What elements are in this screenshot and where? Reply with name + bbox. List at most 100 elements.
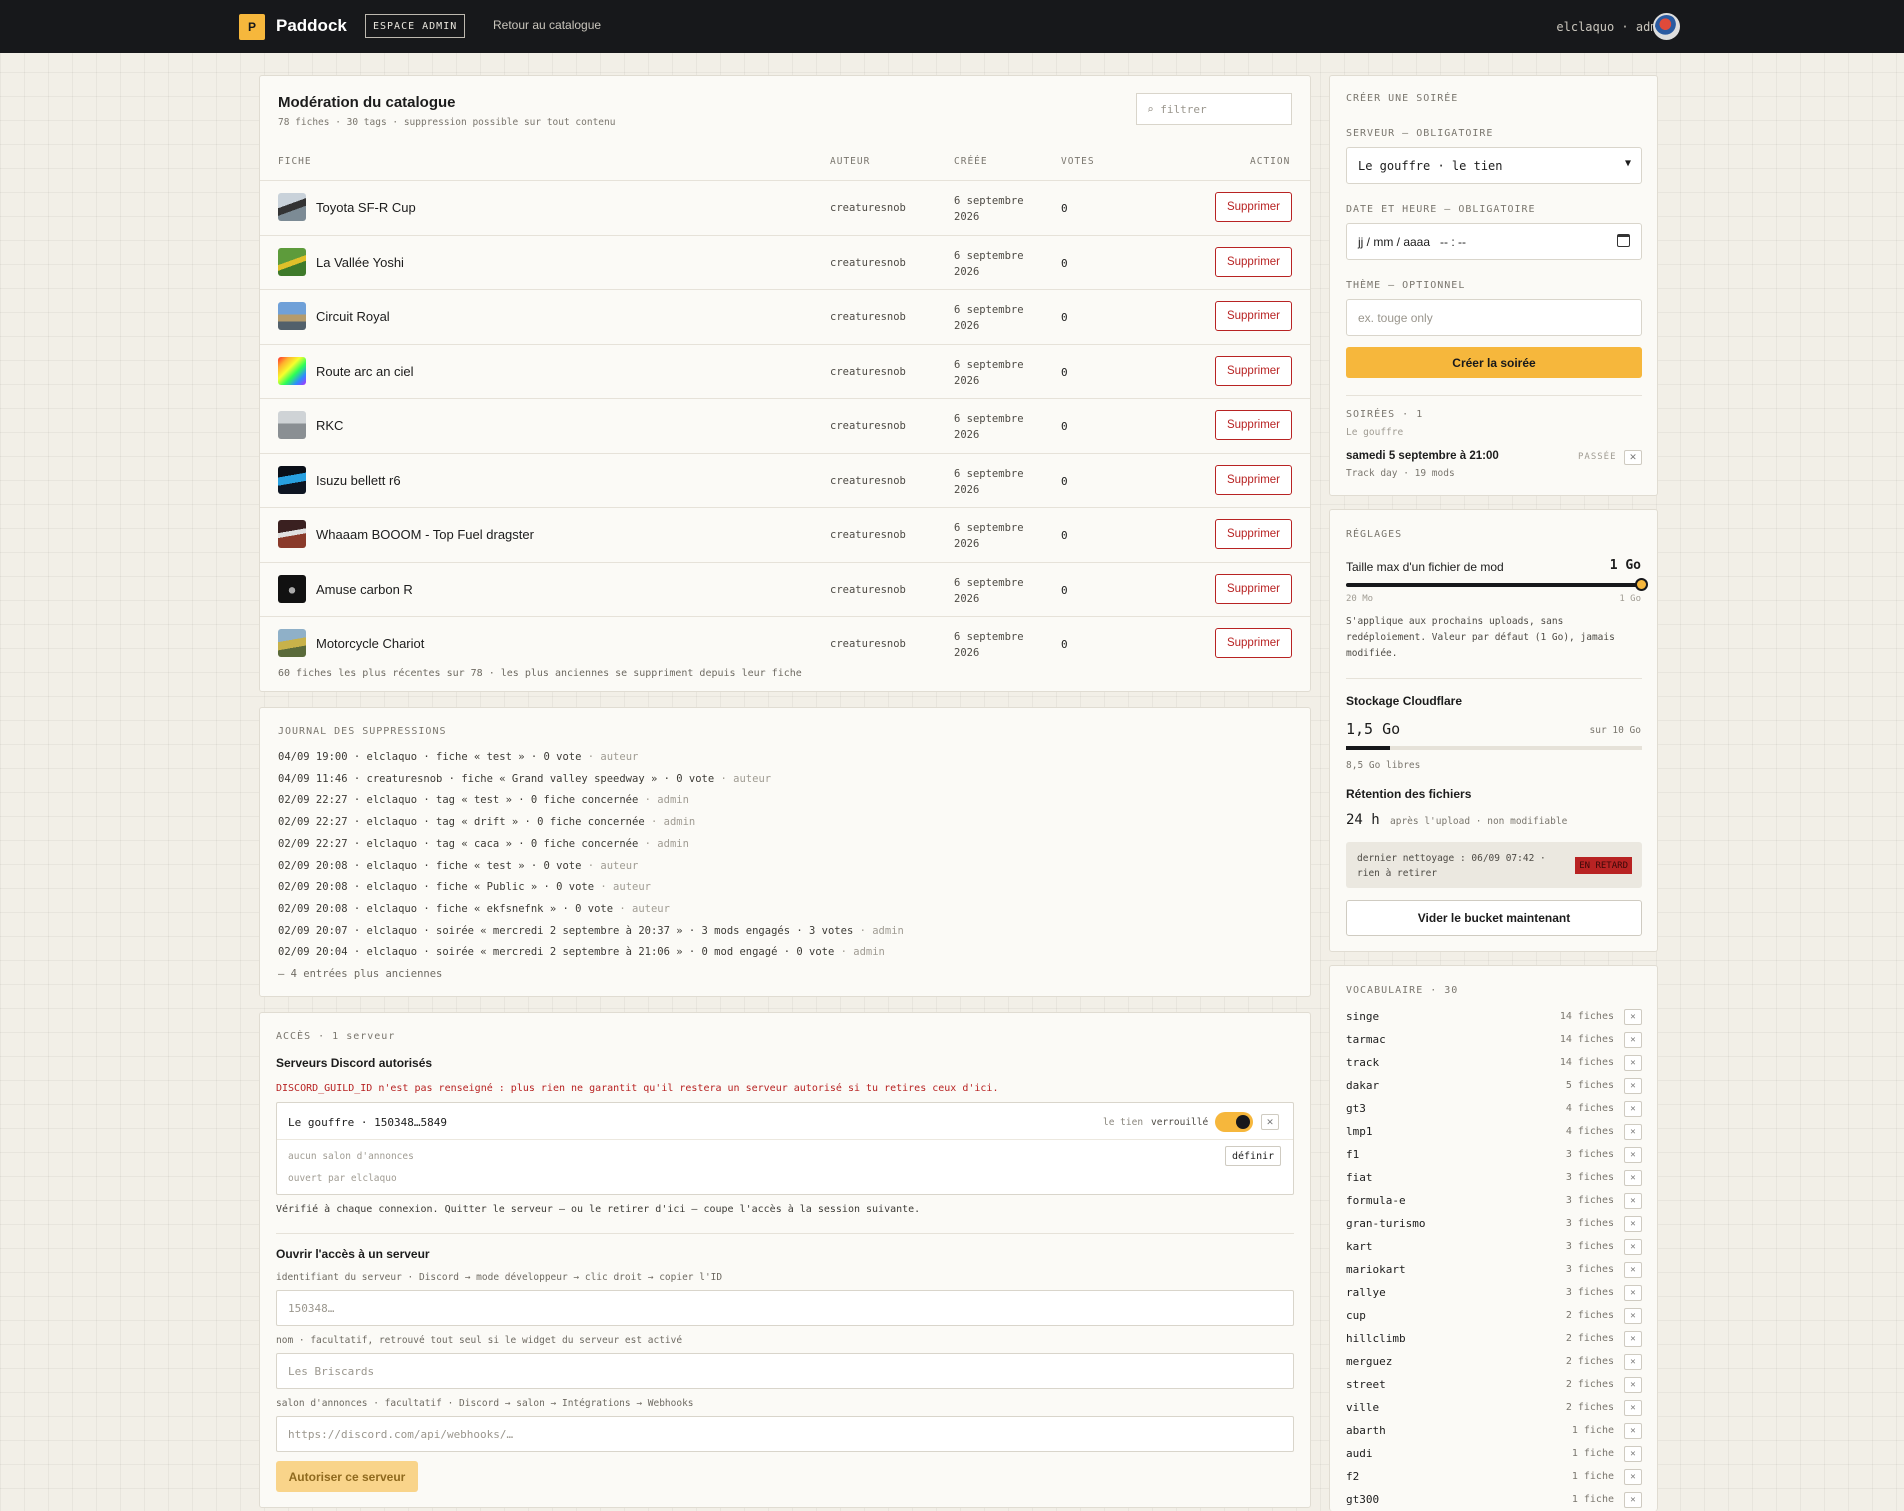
fiche-thumbnail[interactable] (278, 574, 306, 603)
fiche-thumbnail[interactable] (278, 629, 306, 657)
vocab-tag-name[interactable]: hillclimb (1346, 1332, 1406, 1345)
max-size-slider[interactable] (1346, 578, 1648, 591)
define-channel-button[interactable]: définir (1225, 1146, 1282, 1166)
remove-tag-button[interactable]: ✕ (1624, 1009, 1642, 1025)
fiche-thumbnail[interactable] (278, 465, 306, 494)
server-select[interactable]: Le gouffre · le tien ▼ (1346, 147, 1642, 184)
vocab-tag-name[interactable]: ville (1346, 1401, 1379, 1414)
fiche-name[interactable]: Whaaam BOOOM - Top Fuel dragster (316, 527, 534, 542)
webhook-input[interactable]: https://discord.com/api/webhooks/… (276, 1416, 1294, 1452)
lock-toggle[interactable] (1215, 1112, 1253, 1132)
remove-tag-button[interactable]: ✕ (1624, 1308, 1642, 1324)
remove-server-button[interactable]: ✕ (1261, 1114, 1279, 1130)
logo-icon[interactable]: P (239, 14, 265, 40)
vocab-tag-name[interactable]: fiat (1346, 1171, 1373, 1184)
close-icon: ✕ (1630, 1380, 1636, 1390)
remove-tag-button[interactable]: ✕ (1624, 1331, 1642, 1347)
vocab-tag-name[interactable]: cup (1346, 1309, 1366, 1322)
vocab-tag-name[interactable]: singe (1346, 1010, 1379, 1023)
fiche-votes: 0 (1061, 420, 1068, 433)
remove-tag-button[interactable]: ✕ (1624, 1078, 1642, 1094)
remove-tag-button[interactable]: ✕ (1624, 1101, 1642, 1117)
vocab-tag-name[interactable]: rallye (1346, 1286, 1386, 1299)
slider-handle[interactable] (1635, 578, 1648, 591)
fiche-name[interactable]: RKC (316, 418, 343, 433)
vocab-tag-name[interactable]: audi (1346, 1447, 1373, 1460)
vocab-tag-count: 1 fiche (1571, 1448, 1614, 1459)
calendar-icon[interactable] (1617, 234, 1630, 247)
delete-button[interactable]: Supprimer (1215, 573, 1292, 604)
fiche-thumbnail[interactable] (278, 247, 306, 276)
delete-button[interactable]: Supprimer (1215, 410, 1292, 440)
remove-tag-button[interactable]: ✕ (1624, 1216, 1642, 1232)
delete-button[interactable]: Supprimer (1215, 301, 1292, 331)
delete-button[interactable]: Supprimer (1215, 355, 1292, 386)
theme-input[interactable]: ex. touge only (1346, 299, 1642, 336)
remove-tag-button[interactable]: ✕ (1624, 1147, 1642, 1163)
fiche-thumbnail[interactable] (278, 193, 306, 221)
vocab-tag-name[interactable]: formula-e (1346, 1194, 1406, 1207)
remove-tag-button[interactable]: ✕ (1624, 1193, 1642, 1209)
remove-tag-button[interactable]: ✕ (1624, 1285, 1642, 1301)
vocab-tag-name[interactable]: abarth (1346, 1424, 1386, 1437)
vocab-tag-name[interactable]: f2 (1346, 1470, 1359, 1483)
fiche-thumbnail[interactable] (278, 411, 306, 439)
fiche-name[interactable]: Isuzu bellett r6 (316, 473, 401, 488)
journal-entry-text: 02/09 22:27 · elclaquo · tag « drift » ·… (278, 816, 645, 829)
filter-input[interactable]: ⌕ filtrer (1136, 93, 1292, 125)
remove-tag-button[interactable]: ✕ (1624, 1170, 1642, 1186)
remove-tag-button[interactable]: ✕ (1624, 1055, 1642, 1071)
remove-tag-button[interactable]: ✕ (1624, 1262, 1642, 1278)
brand-name[interactable]: Paddock (276, 16, 347, 36)
fiche-name[interactable]: Toyota SF-R Cup (316, 200, 416, 215)
journal-more-link[interactable]: — 4 entrées plus anciennes (278, 968, 442, 980)
create-event-button[interactable]: Créer la soirée (1346, 347, 1642, 378)
remove-tag-button[interactable]: ✕ (1624, 1423, 1642, 1439)
soiree-date[interactable]: samedi 5 septembre à 21:00 (1346, 450, 1499, 462)
vocab-tag-name[interactable]: gran-turismo (1346, 1217, 1425, 1230)
fiche-thumbnail[interactable] (278, 520, 306, 548)
fiche-name[interactable]: Amuse carbon R (316, 582, 413, 597)
vocab-tag-name[interactable]: gt300 (1346, 1493, 1379, 1506)
remove-tag-button[interactable]: ✕ (1624, 1446, 1642, 1462)
server-id-input[interactable]: 150348… (276, 1290, 1294, 1326)
vocab-tag-name[interactable]: gt3 (1346, 1102, 1366, 1115)
fiche-name[interactable]: Route arc an ciel (316, 364, 414, 379)
remove-tag-button[interactable]: ✕ (1624, 1492, 1642, 1508)
remove-tag-button[interactable]: ✕ (1624, 1377, 1642, 1393)
delete-button[interactable]: Supprimer (1215, 628, 1292, 658)
date-input[interactable]: jj / mm / aaaa -- : -- (1346, 223, 1642, 260)
fiche-name[interactable]: La Vallée Yoshi (316, 255, 404, 270)
vocab-tag-name[interactable]: dakar (1346, 1079, 1379, 1092)
delete-button[interactable]: Supprimer (1215, 192, 1292, 222)
back-to-catalog-link[interactable]: Retour au catalogue (493, 18, 601, 32)
fiche-thumbnail[interactable] (278, 302, 306, 330)
fiche-name[interactable]: Motorcycle Chariot (316, 636, 424, 651)
remove-tag-button[interactable]: ✕ (1624, 1032, 1642, 1048)
vocab-tag-name[interactable]: lmp1 (1346, 1125, 1373, 1138)
remove-tag-button[interactable]: ✕ (1624, 1354, 1642, 1370)
vocab-tag-name[interactable]: street (1346, 1378, 1386, 1391)
remove-tag-button[interactable]: ✕ (1624, 1124, 1642, 1140)
remove-tag-button[interactable]: ✕ (1624, 1469, 1642, 1485)
avatar[interactable] (1653, 13, 1680, 40)
authorize-server-button[interactable]: Autoriser ce serveur (276, 1461, 418, 1492)
vocab-tag-count: 1 fiche (1571, 1471, 1614, 1482)
vocab-tag-name[interactable]: mariokart (1346, 1263, 1406, 1276)
remove-tag-button[interactable]: ✕ (1624, 1400, 1642, 1416)
remove-tag-button[interactable]: ✕ (1624, 1239, 1642, 1255)
empty-bucket-button[interactable]: Vider le bucket maintenant (1346, 900, 1642, 936)
delete-button[interactable]: Supprimer (1215, 464, 1292, 495)
delete-button[interactable]: Supprimer (1215, 246, 1292, 277)
delete-soiree-button[interactable]: ✕ (1624, 450, 1642, 465)
fiche-name[interactable]: Circuit Royal (316, 309, 390, 324)
delete-button[interactable]: Supprimer (1215, 519, 1292, 549)
vocab-tag-name[interactable]: f1 (1346, 1148, 1359, 1161)
vocab-tag-name[interactable]: kart (1346, 1240, 1373, 1253)
fiche-thumbnail[interactable] (278, 356, 306, 385)
vocab-tag-name[interactable]: track (1346, 1056, 1379, 1069)
vocab-tag-name[interactable]: merguez (1346, 1355, 1392, 1368)
server-name-input[interactable]: Les Briscards (276, 1353, 1294, 1389)
verify-note: Vérifié à chaque connexion. Quitter le s… (276, 1204, 921, 1215)
vocab-tag-name[interactable]: tarmac (1346, 1033, 1386, 1046)
